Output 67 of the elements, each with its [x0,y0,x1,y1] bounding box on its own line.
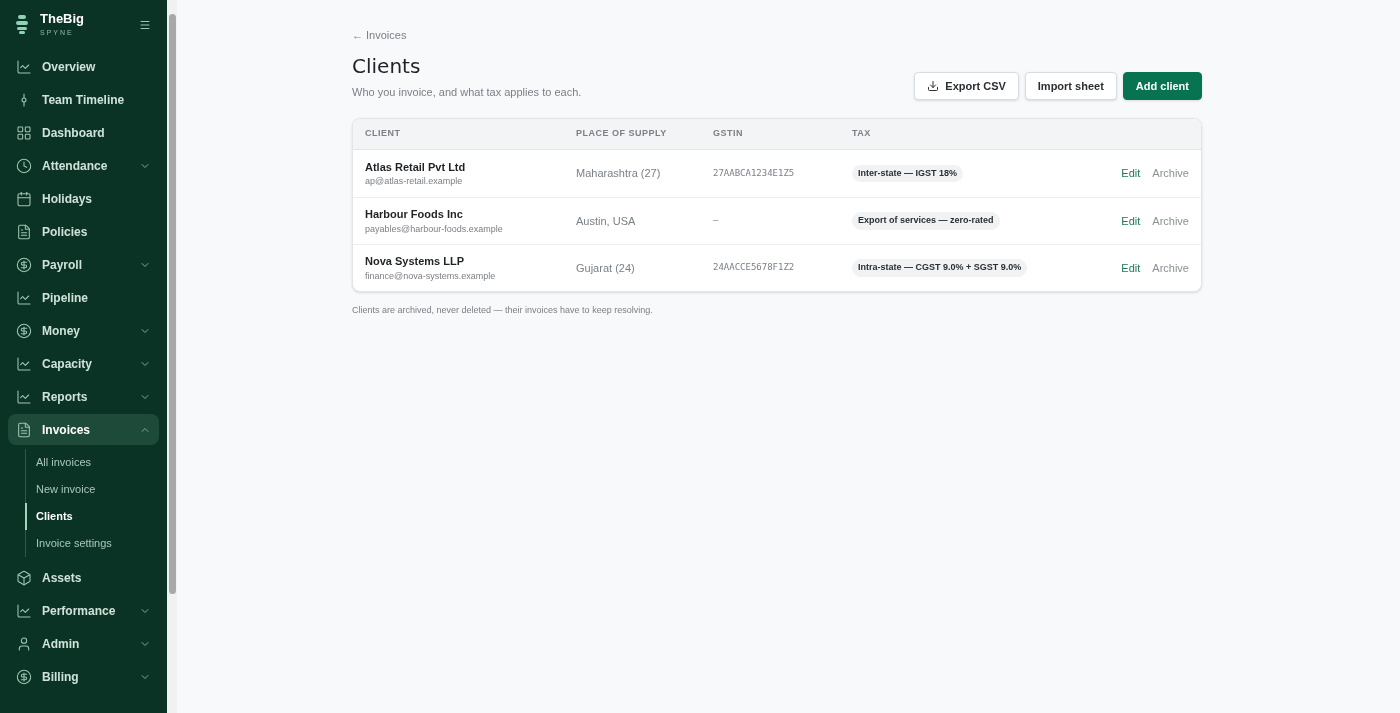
sidebar-item[interactable]: Overview [8,51,159,82]
table-cell-text: Austin, USA [576,213,637,229]
sidebar-item[interactable]: Policies [8,216,159,247]
calendar-icon [16,190,32,207]
dollar-icon [16,668,32,685]
download-icon [927,80,940,92]
client-name: Nova Systems LLP [365,254,466,269]
client-name: Atlas Retail Pvt Ltd [365,159,467,175]
page-title: Clients [352,52,422,80]
column-header: TAX [852,127,872,141]
edit-link[interactable]: Edit [1121,165,1141,182]
sidebar-item[interactable]: Team Timeline [8,84,159,115]
edit-link[interactable]: Edit [1121,259,1141,277]
sidebar-item[interactable]: Pipeline [8,282,159,313]
client-name: Harbour Foods Inc [365,207,464,222]
sidebar-item[interactable]: Reports [8,381,159,412]
client-email: finance@nova-systems.example [365,269,497,283]
sidebar-item[interactable]: Capacity [8,348,159,379]
chart-icon [16,58,32,75]
page-subtitle: Who you invoice, and what tax applies to each. [352,84,582,100]
dollar-icon [16,322,32,339]
sidebar-item[interactable]: Performance [8,595,159,626]
chart-icon [16,355,32,372]
footnote: Clients are archived, never deleted — their invoices have to keep resolving. [352,304,654,317]
sidebar-item[interactable]: Dashboard [8,117,159,148]
cube-icon [16,569,32,586]
client-email: payables@harbour-foods.example [365,222,504,236]
sidebar-subitem[interactable]: All invoices [25,449,167,476]
table-cell-text: Gujarat (24) [576,260,636,276]
sidebar-subitem[interactable]: New invoice [25,476,167,503]
import-button[interactable]: Import sheet [1024,72,1117,100]
user-icon [16,635,32,652]
gstin-cell-text: 24AACCE5678F1Z2 [713,261,796,275]
menu-icon[interactable] [139,19,151,31]
sidebar-item[interactable]: Holidays [8,183,159,214]
chart-icon [16,289,32,306]
sidebar-item[interactable]: Admin [8,628,159,659]
sidebar-item[interactable]: Money [8,315,159,346]
back-link[interactable]: ← Invoices [352,27,1202,44]
column-header: PLACE OF SUPPLY [576,127,668,141]
document-icon [16,421,32,438]
chart-icon [16,602,32,619]
edit-link[interactable]: Edit [1121,212,1141,230]
add-button[interactable]: Add client [1122,72,1202,100]
sidebar-item[interactable]: Assets [8,562,159,593]
brand-name: TheBig [40,11,86,27]
gstin-cell-text: – [713,214,720,228]
chart-icon [16,388,32,405]
column-header: CLIENT [365,127,402,141]
dollar-icon [16,256,32,273]
gstin-cell-text: 27AABCA1234E1Z5 [713,166,796,180]
table-cell-text: Maharashtra (27) [576,166,662,182]
tax-tag: Export of services — zero-rated [852,212,1000,230]
logo-icon [16,15,28,35]
tax-tag: Intra-state — CGST 9.0% + SGST 9.0% [852,259,1028,277]
document-icon [16,223,32,240]
grid-icon [16,124,32,141]
sidebar-item[interactable]: Billing [8,661,159,692]
clock-icon [16,157,32,174]
sidebar-item[interactable]: Payroll [8,249,159,280]
sidebar-item[interactable]: Invoices [8,414,159,445]
tax-tag: Inter-state — IGST 18% [852,164,964,183]
sidebar-item[interactable]: Attendance [8,150,159,181]
export-button[interactable]: Export CSV [914,72,1019,100]
column-header: GSTIN [713,127,744,141]
client-email: ap@atlas-retail.example [365,175,464,188]
sidebar-subitem[interactable]: Invoice settings [25,530,167,557]
